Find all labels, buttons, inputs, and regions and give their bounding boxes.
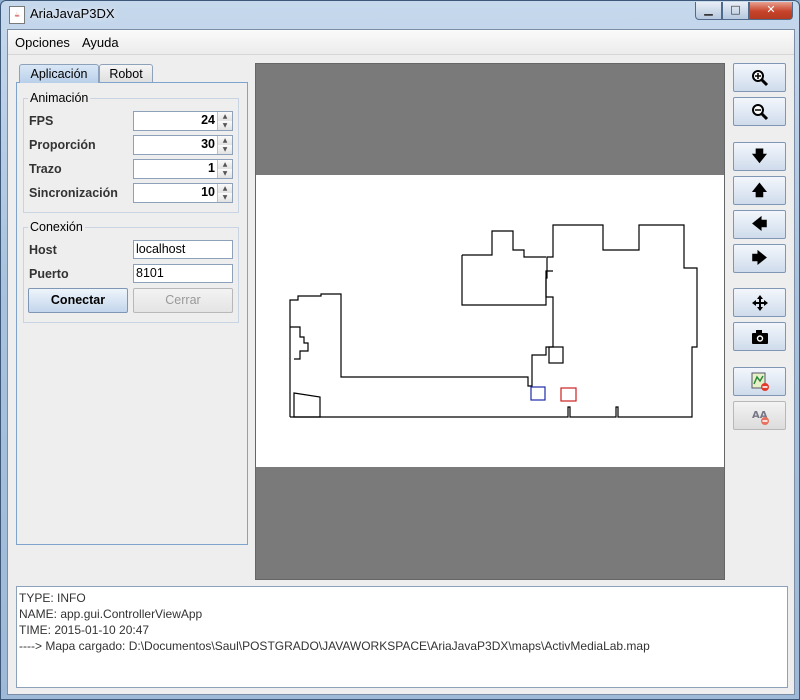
animacion-group: Animación FPS 24 ▲ ▼ Proporción 30 ▲ ▼ Tra… [23,91,239,213]
text-remove-icon: AA [752,410,769,425]
zoom-in-button[interactable] [733,63,786,92]
connect-button[interactable]: Conectar [28,288,128,313]
host-input[interactable]: localhost [133,240,233,259]
log-line: NAME: app.gui.ControllerViewApp [19,607,203,621]
sincronizacion-spinner[interactable]: 10 ▲ ▼ [133,183,233,203]
move-left-button[interactable]: 🡄 [733,210,786,239]
arrow-left-icon: 🡄 [751,215,768,233]
puerto-input[interactable]: 8101 [133,264,233,283]
fps-value: 24 [201,113,215,127]
trazo-value: 1 [208,161,215,175]
zoom-out-icon [751,103,768,120]
spin-down-icon[interactable]: ▼ [218,145,232,154]
aplicacion-panel: Animación FPS 24 ▲ ▼ Proporción 30 ▲ ▼ Tra… [16,82,248,545]
animacion-title: Animación [28,91,91,105]
spin-down-icon[interactable]: ▼ [218,121,232,130]
spin-up-icon[interactable]: ▲ [218,160,232,169]
proporcion-value: 30 [201,137,215,151]
spin-down-icon[interactable]: ▼ [218,169,232,178]
pan-button[interactable] [733,288,786,317]
sincronizacion-value: 10 [201,185,215,199]
title-bar[interactable]: ☕ AriaJavaP3DX ▁ □ ✕ [1,1,799,28]
arrow-right-icon: 🡆 [751,249,768,267]
proporcion-label: Proporción [29,138,96,152]
log-line: TIME: 2015-01-10 20:47 [19,623,150,637]
robot-marker [530,386,546,401]
app-window: ☕ AriaJavaP3DX ▁ □ ✕ Opciones Ayuda Apli… [0,0,800,700]
conexion-group: Conexión Host localhost Puerto 8101 Cone… [23,220,239,323]
move-icon [751,294,768,311]
log-line: ----> Mapa cargado: D:\Documentos\Saul\P… [19,639,650,653]
java-icon: ☕ [9,6,25,24]
menu-ayuda[interactable]: Ayuda [82,35,119,50]
move-right-button[interactable]: 🡆 [733,244,786,273]
map-sheet [256,175,724,467]
menu-opciones[interactable]: Opciones [15,35,70,50]
move-down-button[interactable]: 🡇 [733,142,786,171]
spin-up-icon[interactable]: ▲ [218,136,232,145]
spin-up-icon[interactable]: ▲ [218,112,232,121]
camera-icon [751,329,768,344]
fps-label: FPS [29,114,54,128]
sincronizacion-label: Sincronización [29,186,118,200]
trazo-label: Trazo [29,162,62,176]
trazo-spinner[interactable]: 1 ▲ ▼ [133,159,233,179]
conexion-title: Conexión [28,220,85,234]
maximize-button[interactable]: □ [722,2,749,20]
window-title: AriaJavaP3DX [30,6,115,21]
arrow-down-icon: 🡇 [751,147,768,165]
arrow-up-icon: 🡅 [751,181,768,199]
zoom-in-icon [751,69,768,86]
tab-robot[interactable]: Robot [99,64,153,83]
puerto-label: Puerto [29,267,69,281]
move-up-button[interactable]: 🡅 [733,176,786,205]
map-remove-icon [751,372,769,391]
proporcion-spinner[interactable]: 30 ▲ ▼ [133,135,233,155]
log-line: TYPE: INFO [19,591,86,605]
map-canvas[interactable] [255,63,725,580]
goal-marker [560,387,577,402]
zoom-out-button[interactable] [733,97,786,126]
floor-plan [289,224,698,418]
close-connection-button[interactable]: Cerrar [133,288,233,313]
close-button[interactable]: ✕ [749,2,793,20]
host-label: Host [29,243,57,257]
remove-map-button[interactable] [733,367,786,396]
spin-down-icon[interactable]: ▼ [218,193,232,202]
fps-spinner[interactable]: 24 ▲ ▼ [133,111,233,131]
tab-aplicacion[interactable]: Aplicación [19,64,99,83]
log-output[interactable]: TYPE: INFO NAME: app.gui.ControllerViewA… [16,586,788,688]
spin-up-icon[interactable]: ▲ [218,184,232,193]
remove-text-button[interactable]: AA [733,401,786,430]
minimize-button[interactable]: ▁ [695,2,722,20]
snapshot-button[interactable] [733,322,786,351]
client-area: Opciones Ayuda Aplicación Robot Animació… [7,29,795,695]
menu-bar: Opciones Ayuda [8,30,794,55]
